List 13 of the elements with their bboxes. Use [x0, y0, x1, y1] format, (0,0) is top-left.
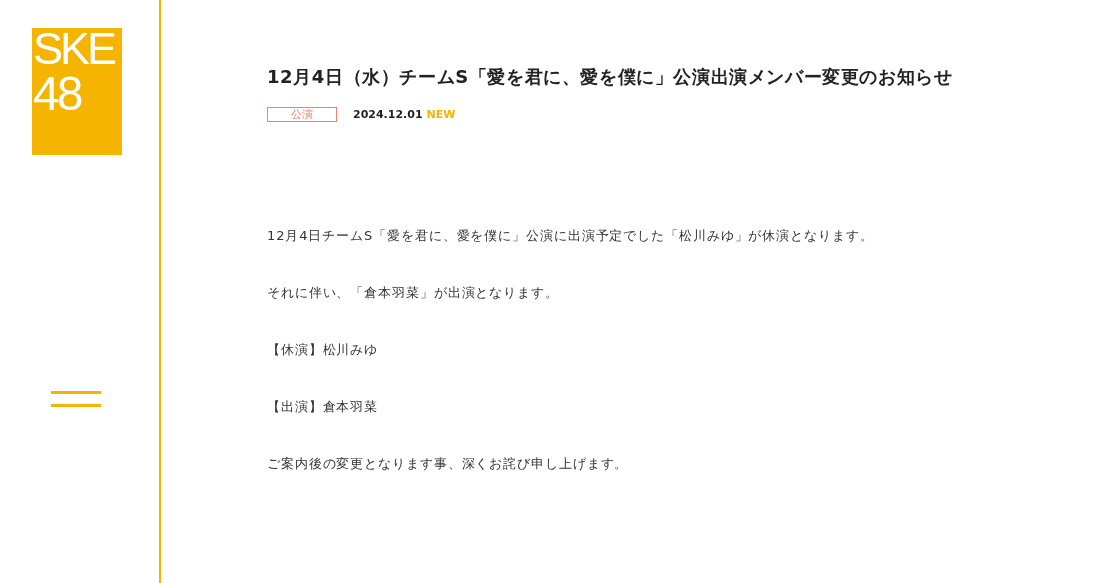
logo[interactable]: SKE 48 — [32, 28, 122, 155]
category-tag[interactable]: 公演 — [267, 107, 337, 122]
paragraph: 12月4日チームS「愛を君に、愛を僕に」公演に出演予定でした「松川みゆ」が休演となります。 — [267, 227, 875, 245]
paragraph: 【休演】松川みゆ — [267, 341, 380, 359]
paragraph: それに伴い、「倉本羽菜」が出演となります。 — [267, 284, 560, 302]
menu-icon[interactable] — [51, 391, 101, 407]
paragraph: 【出演】倉本羽菜 — [267, 398, 380, 416]
logo-text: 48 — [33, 70, 82, 118]
logo-text: SKE — [33, 28, 116, 70]
post-date: 2024.12.01 — [353, 108, 423, 121]
paragraph: ご案内後の変更となります事、深くお詫び申し上げます。 — [267, 455, 630, 473]
new-label: NEW — [426, 108, 456, 121]
article-title: 12月4日（水）チームS「愛を君に、愛を僕に」公演出演メンバー変更のお知らせ — [267, 65, 953, 89]
